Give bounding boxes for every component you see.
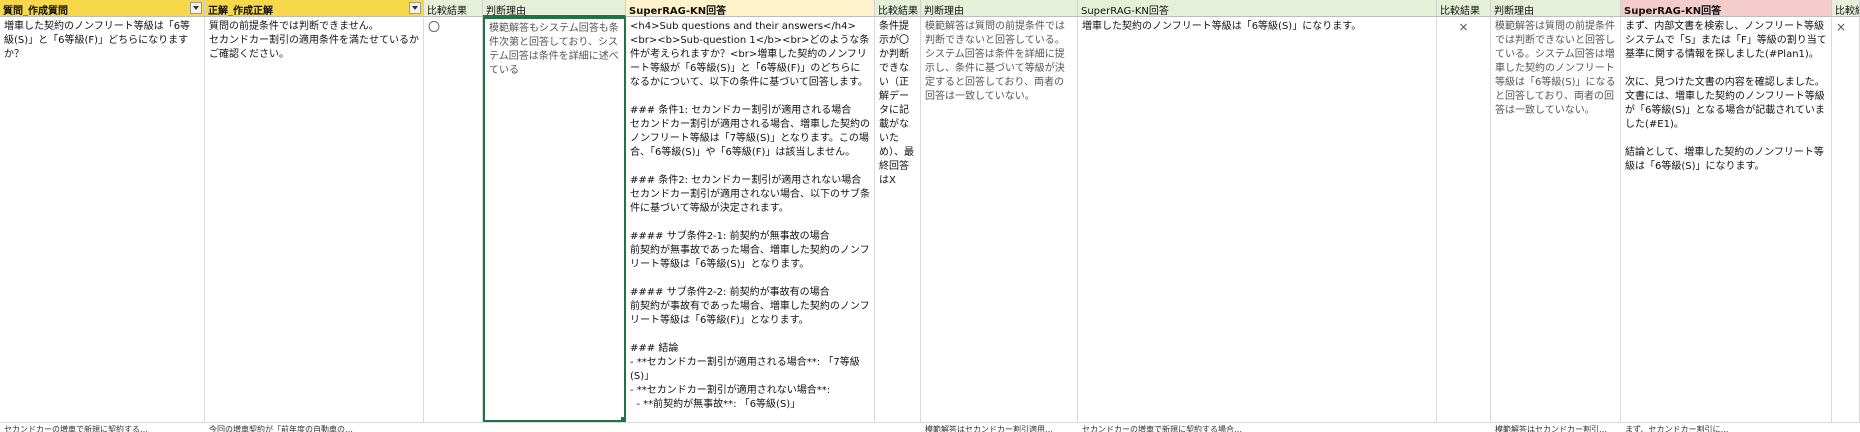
- header-rag-3[interactable]: SuperRAG-KN回答: [1621, 0, 1832, 17]
- header-question[interactable]: 質問_作成質問: [0, 0, 205, 17]
- header-label: 比較結果: [427, 6, 467, 17]
- cell-rag-2[interactable]: 増車した契約のノンフリート等級は「6等級(S)」になります。: [1078, 17, 1437, 422]
- header-reason-2[interactable]: 判断理由: [921, 0, 1078, 17]
- filter-dropdown-icon[interactable]: [409, 2, 421, 14]
- cell-reason-2[interactable]: 模範解答は質問の前提条件では判断できないと回答している。システム回答は条件を詳細…: [921, 17, 1078, 422]
- cell-compare-4[interactable]: ×: [1832, 17, 1860, 422]
- header-label: SuperRAG-KN回答: [629, 6, 727, 17]
- cell-reason-3[interactable]: 模範解答は質問の前提条件では判断できないと回答している。システム回答は増車した契…: [1491, 17, 1621, 422]
- header-label: 比較結果: [1440, 6, 1480, 17]
- header-reason-1[interactable]: 判断理由: [483, 0, 626, 17]
- header-reason-3[interactable]: 判断理由: [1491, 0, 1621, 17]
- cell-rag-1[interactable]: <h4>Sub questions and their answers</h4>…: [626, 17, 875, 422]
- header-label: 比較結果: [878, 6, 918, 17]
- header-compare-2[interactable]: 比較結果: [875, 0, 921, 17]
- header-label: 判断理由: [486, 6, 526, 17]
- header-label: 判断理由: [924, 6, 964, 17]
- header-label: SuperRAG-KN回答: [1081, 6, 1169, 17]
- spreadsheet-grid: 質問_作成質問 正解_作成正解 比較結果 判断理由 SuperRAG-KN回答 …: [0, 0, 1860, 432]
- header-label: 正解_作成正解: [208, 6, 273, 17]
- cell-compare-3[interactable]: ×: [1437, 17, 1491, 422]
- cell-compare-1[interactable]: 〇: [424, 17, 483, 422]
- header-answer[interactable]: 正解_作成正解: [205, 0, 424, 17]
- cell-question[interactable]: 増車した契約のノンフリート等級は「6等級(S)」と「6等級(F)」どちらになりま…: [0, 17, 205, 422]
- header-rag-1[interactable]: SuperRAG-KN回答: [626, 0, 875, 17]
- header-compare-3[interactable]: 比較結果: [1437, 0, 1491, 17]
- header-compare-1[interactable]: 比較結果: [424, 0, 483, 17]
- cell-compare-2[interactable]: 条件提示が〇か判断できない（正解データに記載がないため）、最終回答はX: [875, 17, 921, 422]
- header-label: 質問_作成質問: [3, 6, 68, 17]
- cell-rag-3[interactable]: まず、内部文書を検索し、ノンフリート等級システムで「S」または「F」等級の割り当…: [1621, 17, 1832, 422]
- header-rag-2[interactable]: SuperRAG-KN回答: [1078, 0, 1437, 17]
- header-label: 判断理由: [1494, 6, 1534, 17]
- cell-answer[interactable]: 質問の前提条件では判断できません。 セカンドカー割引の適用条件を満たせているかご…: [205, 17, 424, 422]
- cell-reason-1-selected[interactable]: 模範解答もシステム回答も条件次第と回答しており、システム回答は条件を詳細に述べて…: [483, 17, 626, 422]
- header-label: SuperRAG-KN回答: [1624, 6, 1722, 17]
- header-compare-4[interactable]: 比較結果: [1832, 0, 1860, 17]
- filter-dropdown-icon[interactable]: [190, 2, 202, 14]
- header-label: 比較結果: [1835, 6, 1859, 17]
